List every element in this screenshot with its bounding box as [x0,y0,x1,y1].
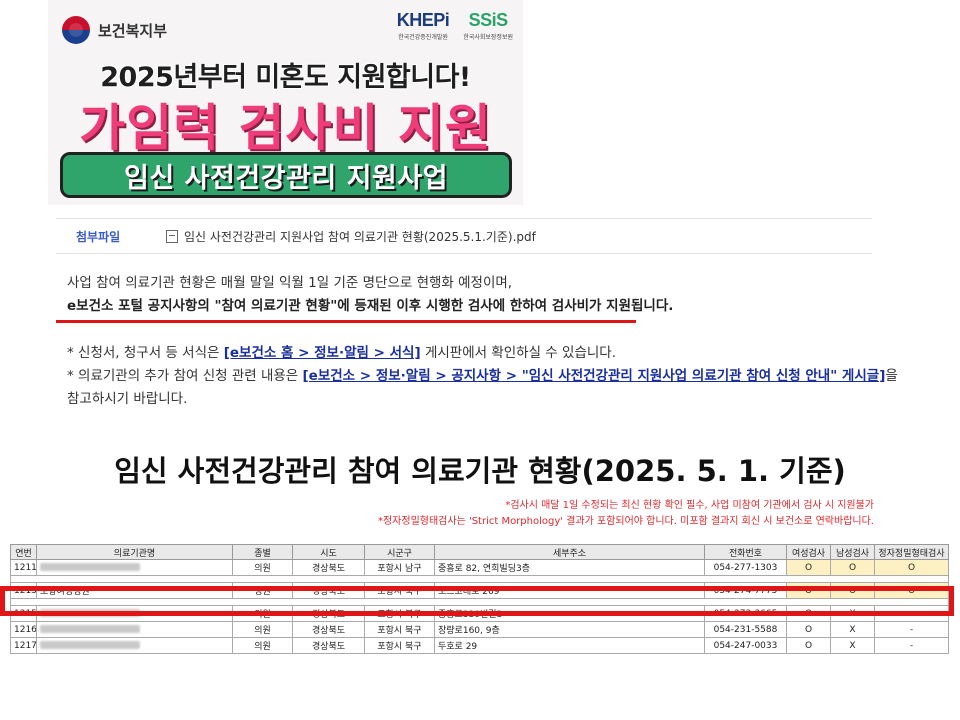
col-header: 의료기관명 [36,544,233,560]
forms-link[interactable]: [e보건소 홈 > 정보·알림 > 서식] [224,345,421,361]
col-header: 종별 [232,544,293,560]
table-title: 임신 사전건강관리 참여 의료기관 현황(2025. 5. 1. 기준) [114,454,846,488]
table-row: 1216 의원 경상북도 포항시 북구 장량로160, 9층 054-231-5… [10,621,949,638]
khepi-logo: KHEPi 한국건강증진개발원 [396,10,450,41]
table-note-2: *정자정밀형태검사는 'Strict Morphology' 결과가 포함되어야… [377,516,874,527]
program-name: 임신 사전건강관리 지원사업 [124,162,448,194]
redacted-name [40,563,140,571]
red-underline [56,320,636,323]
col-header: 남성검사 [830,544,875,560]
attachment-file-link[interactable]: 임신 사전건강관리 지원사업 참여 의료기관 현황(2025.5.1.기준).p… [184,228,536,245]
redacted-name [40,625,140,633]
col-header: 전화번호 [704,544,787,560]
guide-line-3: 참고하시기 바랍니다. [67,391,188,407]
col-header: 정자정밀형태검사 [874,544,949,560]
campaign-banner: 보건복지부 KHEPi 한국건강증진개발원 SSiS 한국사회보장정보원 202… [48,0,523,205]
ssis-logo: SSiS 한국사회보장정보원 [463,10,513,41]
notice-line-1: 사업 참여 의료기관 현황은 매월 말일 익월 1일 기준 명단으로 현행화 예… [67,275,513,291]
notice-line-2: e보건소 포털 공지사항의 "참여 의료기관 현황"에 등재된 이후 시행한 검… [67,298,674,314]
banner-title: 가임력 검사비 지원 [79,99,492,157]
notice-text: 사업 참여 의료기관 현황은 매월 말일 익월 1일 기준 명단으로 현행화 예… [67,272,673,318]
col-header: 세부주소 [434,544,705,560]
col-header: 시도 [292,544,365,560]
guide-line-2: * 의료기관의 추가 참여 신청 관련 내용은 [e보건소 > 정보·알림 > … [67,368,898,384]
table-header-row: 연번 의료기관명 종별 시도 시군구 세부주소 전화번호 여성검사 남성검사 정… [10,544,949,560]
program-name-bar: 임신 사전건강관리 지원사업 [60,152,512,198]
table-row: 1217 의원 경상북도 포항시 북구 두호로 29 054-247-0033 … [10,637,949,654]
participation-notice-link[interactable]: [e보건소 > 정보·알림 > 공지사항 > "임신 사전건강관리 지원사업 의… [303,368,886,384]
col-header: 연번 [10,544,37,560]
ministry-logo: 보건복지부 [62,16,167,44]
guide-text: * 신청서, 청구서 등 서식은 [e보건소 홈 > 정보·알림 > 서식] 게… [67,342,898,411]
ministry-name: 보건복지부 [98,21,168,40]
table-note-1: *검사시 매달 1일 수정되는 최신 현황 확인 필수, 사업 미참여 기관에서… [505,500,874,511]
highlight-box [0,586,954,616]
taegeuk-icon [62,16,90,44]
file-icon [166,229,178,243]
redacted-name [40,641,140,649]
guide-line-1: * 신청서, 청구서 등 서식은 [e보건소 홈 > 정보·알림 > 서식] 게… [67,345,616,361]
attachment-row: 첨부파일 임신 사전건강관리 지원사업 참여 의료기관 현황(2025.5.1.… [56,218,872,254]
table-row: 1211 의원 경상북도 포항시 남구 중흥로 82, 연희빌딩3층 054-2… [10,559,949,576]
attachment-label: 첨부파일 [76,229,121,244]
col-header: 여성검사 [786,544,831,560]
col-header: 시군구 [364,544,435,560]
partner-logos: KHEPi 한국건강증진개발원 SSiS 한국사회보장정보원 [397,10,513,41]
table-row-partial [10,575,949,583]
